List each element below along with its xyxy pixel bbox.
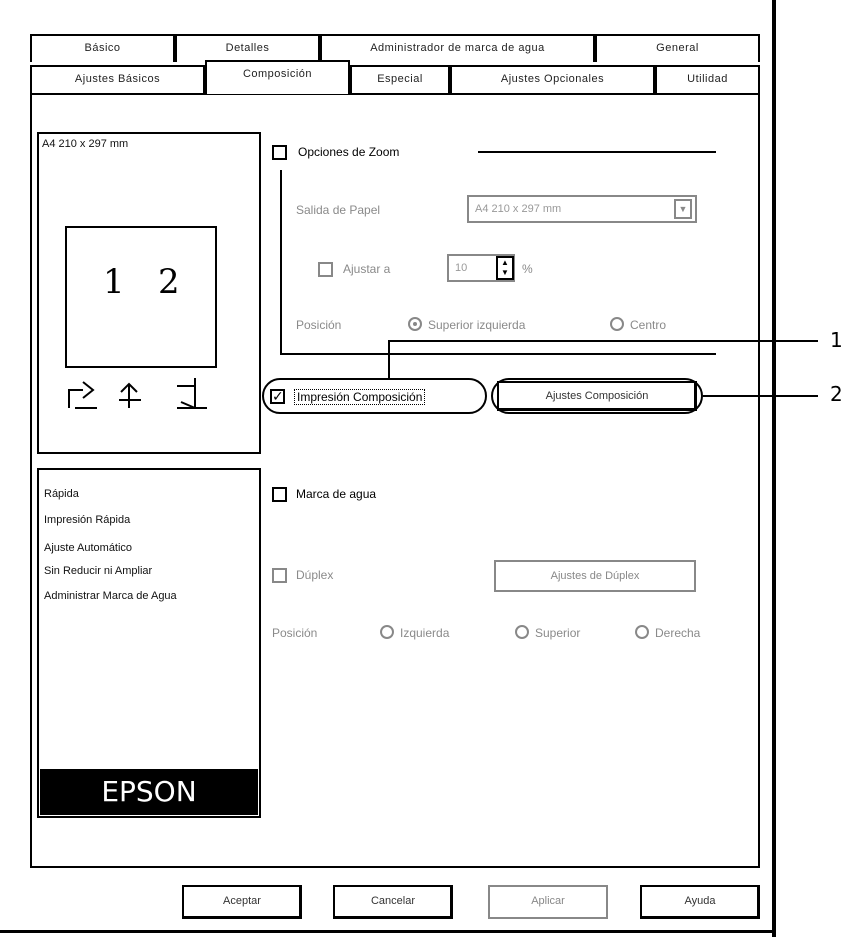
callout-number-2: 2 bbox=[830, 382, 843, 406]
radio-center[interactable] bbox=[610, 317, 624, 331]
summary-line: Ajuste Automático bbox=[44, 542, 133, 554]
print-layout-label: Impresión Composición bbox=[294, 389, 426, 405]
tab-optional-settings[interactable]: Ajustes Opcionales bbox=[450, 65, 655, 93]
radio-top-label: Superior bbox=[535, 626, 581, 640]
callout-number-1: 1 bbox=[830, 328, 843, 352]
summary-line: Rápida bbox=[44, 488, 79, 500]
group-border bbox=[280, 170, 282, 355]
tab-layout[interactable]: Composición bbox=[205, 60, 350, 94]
summary-line: Administrar Marca de Agua bbox=[44, 590, 177, 602]
paper-output-label: Salida de Papel bbox=[296, 203, 381, 217]
dialog-bottom-border bbox=[0, 930, 776, 933]
tab-special[interactable]: Especial bbox=[350, 65, 450, 93]
summary-line: Impresión Rápida bbox=[44, 514, 131, 526]
zoom-options-label: Opciones de Zoom bbox=[298, 145, 400, 159]
callout-line-2 bbox=[703, 395, 818, 397]
cancel-button[interactable]: Cancelar bbox=[333, 885, 453, 919]
group-border bbox=[280, 353, 716, 355]
paper-output-select[interactable]: A4 210 x 297 mm bbox=[467, 195, 697, 223]
callout-line-1 bbox=[388, 340, 390, 380]
duplex-label: Dúplex bbox=[296, 568, 334, 582]
callout-line-1 bbox=[388, 340, 818, 342]
page-order-icons bbox=[68, 378, 207, 409]
watermark-label: Marca de agua bbox=[296, 487, 377, 501]
apply-button[interactable]: Aplicar bbox=[488, 885, 608, 919]
preview-page-number: 2 bbox=[158, 262, 180, 302]
duplex-position-label: Posición bbox=[272, 626, 318, 640]
duplex-checkbox[interactable] bbox=[272, 568, 287, 583]
epson-logo: EPSON bbox=[40, 769, 258, 815]
zoom-to-label: Ajustar a bbox=[343, 262, 391, 276]
preview-paper-label: A4 210 x 297 mm bbox=[42, 138, 129, 150]
tab-basic-settings[interactable]: Ajustes Básicos bbox=[30, 65, 205, 93]
layout-settings-button[interactable]: Ajustes Composición bbox=[497, 381, 697, 411]
printer-properties-dialog: Básico Detalles Administrador de marca d… bbox=[0, 0, 843, 937]
watermark-checkbox[interactable] bbox=[272, 487, 287, 502]
tab-watermark-manager[interactable]: Administrador de marca de agua bbox=[320, 34, 595, 62]
zoom-position-label: Posición bbox=[296, 318, 342, 332]
radio-top-left-label: Superior izquierda bbox=[428, 318, 526, 332]
radio-right-label: Derecha bbox=[655, 626, 701, 640]
page-order-center-icon bbox=[119, 382, 141, 408]
duplex-settings-button[interactable]: Ajustes de Dúplex bbox=[494, 560, 696, 592]
dialog-right-border bbox=[772, 0, 776, 937]
radio-top[interactable] bbox=[515, 625, 529, 639]
summary-line: Sin Reducir ni Ampliar bbox=[44, 565, 153, 577]
print-layout-checkbox[interactable]: ✓ bbox=[270, 389, 285, 404]
radio-left[interactable] bbox=[380, 625, 394, 639]
radio-right[interactable] bbox=[635, 625, 649, 639]
spinner-arrows-icon[interactable]: ▲ ▼ bbox=[496, 256, 514, 280]
page-order-left-icon bbox=[68, 381, 97, 409]
zoom-to-checkbox[interactable] bbox=[318, 262, 333, 277]
radio-left-label: Izquierda bbox=[400, 626, 450, 640]
radio-center-label: Centro bbox=[630, 318, 667, 332]
help-button[interactable]: Ayuda bbox=[640, 885, 760, 919]
preview-page-number: 1 bbox=[103, 262, 125, 302]
tab-utility[interactable]: Utilidad bbox=[655, 65, 760, 93]
tab-general[interactable]: General bbox=[595, 34, 760, 62]
radio-top-left[interactable] bbox=[408, 317, 422, 331]
ok-button[interactable]: Aceptar bbox=[182, 885, 302, 919]
page-order-right-icon bbox=[177, 378, 207, 409]
chevron-down-icon[interactable]: ▼ bbox=[674, 199, 692, 219]
zoom-options-checkbox[interactable] bbox=[272, 145, 287, 160]
tab-basic[interactable]: Básico bbox=[30, 34, 175, 62]
tab-details[interactable]: Detalles bbox=[175, 34, 320, 62]
preview-page bbox=[65, 226, 217, 368]
group-divider bbox=[478, 151, 716, 153]
zoom-unit: % bbox=[522, 262, 533, 276]
